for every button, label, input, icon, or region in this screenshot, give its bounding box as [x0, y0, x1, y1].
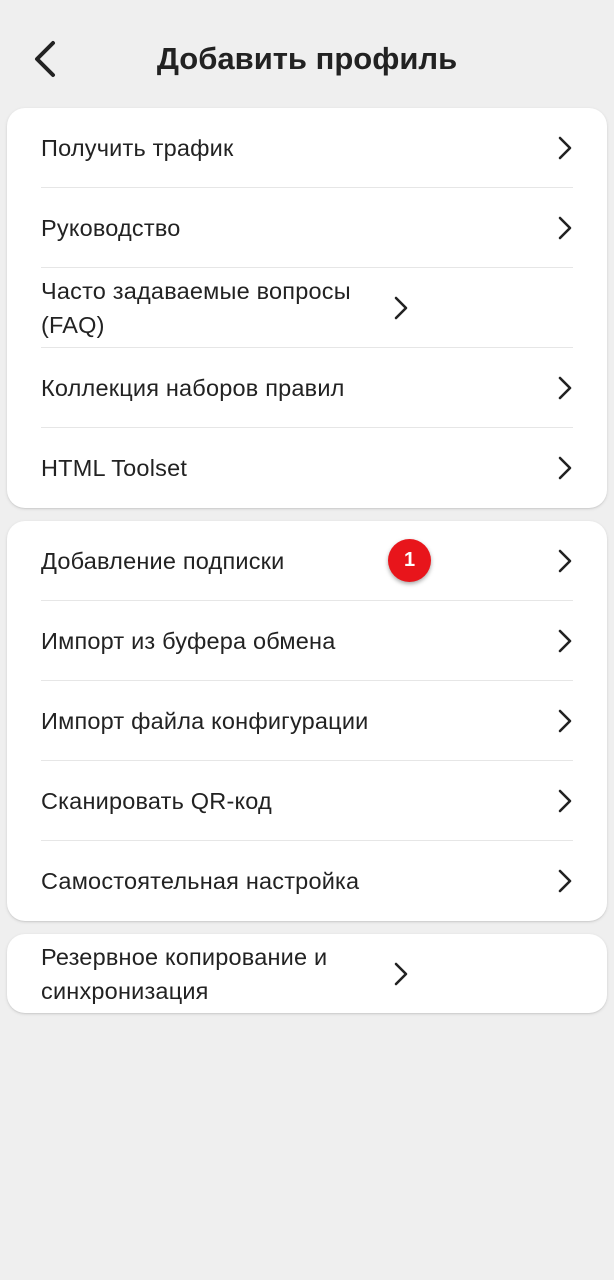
menu-item-import-clipboard[interactable]: Импорт из буфера обмена — [7, 601, 607, 681]
chevron-right-icon — [555, 707, 575, 735]
notification-badge: 1 — [388, 539, 431, 582]
menu-item-label: Импорт из буфера обмена — [41, 628, 336, 654]
menu-item-label: Самостоятельная настройка — [41, 868, 360, 894]
menu-item-label: Импорт файла конфигурации — [41, 708, 369, 734]
import-group-card: Добавление подписки 1 Импорт из буфера о… — [7, 521, 607, 921]
menu-item-add-subscription[interactable]: Добавление подписки 1 — [7, 521, 607, 601]
chevron-right-icon — [555, 627, 575, 655]
menu-item-guide[interactable]: Руководство — [7, 188, 607, 268]
menu-item-faq[interactable]: Часто задаваемые вопросы (FAQ) — [7, 268, 607, 348]
page-title: Добавить профиль — [156, 41, 458, 76]
chevron-right-icon — [555, 787, 575, 815]
menu-item-label: HTML Toolset — [41, 455, 188, 481]
chevron-right-icon — [555, 454, 575, 482]
chevron-right-icon — [555, 867, 575, 895]
menu-item-label: Руководство — [41, 215, 181, 241]
menu-item-backup-sync[interactable]: Резервное копирование и синхронизация — [7, 934, 607, 1013]
menu-item-manual-setup[interactable]: Самостоятельная настройка — [7, 841, 607, 921]
menu-item-label: Получить трафик — [41, 135, 234, 161]
menu-item-html-toolset[interactable]: HTML Toolset — [7, 428, 607, 508]
menu-item-get-traffic[interactable]: Получить трафик — [7, 108, 607, 188]
chevron-right-icon — [391, 960, 411, 988]
backup-group-card: Резервное копирование и синхронизация — [7, 934, 607, 1013]
menu-item-label: Резервное копирование и синхронизация — [41, 943, 328, 1004]
menu-item-label: Сканировать QR-код — [41, 788, 272, 814]
chevron-right-icon — [555, 214, 575, 242]
chevron-right-icon — [555, 134, 575, 162]
menu-item-scan-qr[interactable]: Сканировать QR-код — [7, 761, 607, 841]
menu-item-label: Добавление подписки — [41, 548, 285, 574]
menu-item-ruleset-collection[interactable]: Коллекция наборов правил — [7, 348, 607, 428]
top-bar: Добавить профиль — [0, 0, 614, 118]
menu-item-import-config-file[interactable]: Импорт файла конфигурации — [7, 681, 607, 761]
chevron-right-icon — [391, 294, 411, 322]
menu-item-label: Часто задаваемые вопросы (FAQ) — [41, 278, 351, 338]
chevron-right-icon — [555, 374, 575, 402]
menu-item-label: Коллекция наборов правил — [41, 375, 345, 401]
help-group-card: Получить трафик Руководство Часто задава… — [7, 108, 607, 508]
chevron-right-icon — [555, 547, 575, 575]
